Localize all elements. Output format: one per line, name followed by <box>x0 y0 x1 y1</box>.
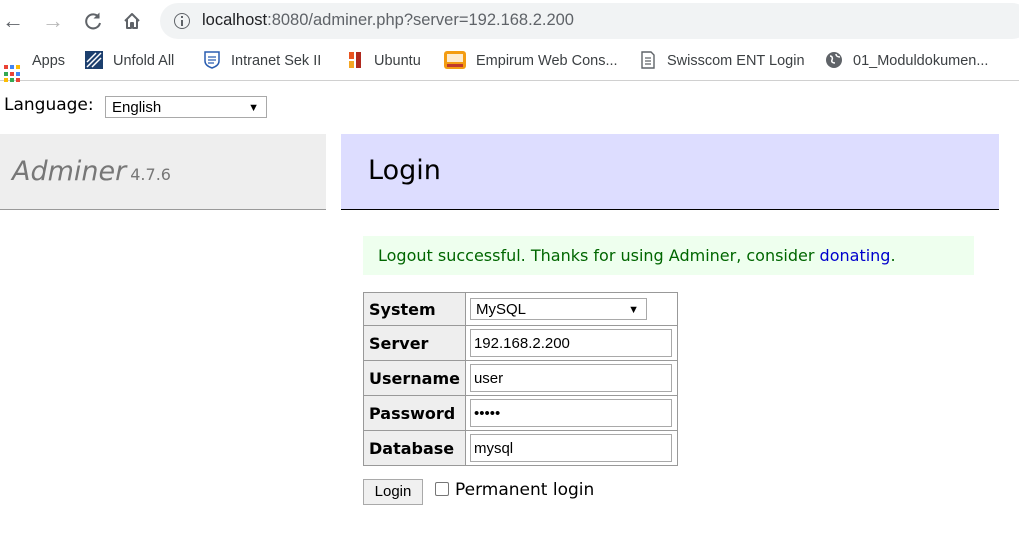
donating-link[interactable]: donating <box>820 246 891 265</box>
page-title: Login <box>368 155 441 186</box>
empirum-logo-icon <box>444 51 466 69</box>
language-select[interactable]: English ▼ <box>105 96 267 118</box>
content-header: Login <box>341 134 999 210</box>
info-icon[interactable] <box>174 13 190 29</box>
database-row: Database mysql <box>363 430 678 466</box>
permanent-login-checkbox[interactable] <box>435 482 449 496</box>
system-label: System <box>363 292 466 326</box>
version-number: 4.7.6 <box>130 165 171 184</box>
database-label: Database <box>363 430 466 466</box>
back-arrow-icon[interactable]: ← <box>0 8 26 34</box>
bookmark-ubuntu[interactable]: Ubuntu <box>346 51 421 71</box>
unfold-logo-icon <box>85 51 103 69</box>
language-label: Language: <box>4 95 94 115</box>
permanent-login-label: Permanent login <box>455 480 595 500</box>
reload-icon[interactable] <box>80 8 106 34</box>
bookmark-swisscom[interactable]: Swisscom ENT Login <box>639 51 805 71</box>
home-icon[interactable] <box>119 8 145 34</box>
globe-icon <box>826 52 842 68</box>
bookmark-intranet[interactable]: Intranet Sek II <box>203 51 321 71</box>
system-row: System MySQL ▼ <box>363 292 678 326</box>
system-select[interactable]: MySQL ▼ <box>469 298 647 320</box>
server-row: Server 192.168.2.200 <box>363 325 678 361</box>
adminer-logo[interactable]: Adminer 4.7.6 <box>12 156 171 187</box>
apps-grid-icon <box>4 65 22 83</box>
ubuntu-logo-icon <box>349 52 361 68</box>
login-form-table: System MySQL ▼ Server 192.168.2.200 User… <box>363 292 678 466</box>
server-input[interactable]: 192.168.2.200 <box>469 329 672 357</box>
address-bar[interactable]: localhost:8080/adminer.php?server=192.16… <box>160 3 1019 39</box>
bookmark-empirum[interactable]: Empirum Web Cons... <box>444 51 618 71</box>
language-selected-value: English <box>112 99 162 116</box>
bookmarks-bar: Apps Unfold All Intranet Sek II Ubuntu E… <box>0 42 1019 83</box>
shield-logo-icon <box>204 51 220 69</box>
logout-message: Logout successful. Thanks for using Admi… <box>363 236 974 275</box>
url-text: localhost:8080/adminer.php?server=192.16… <box>202 11 574 29</box>
bookmark-apps[interactable]: Apps <box>4 51 65 83</box>
browser-toolbar: ← → localhost:8080/adminer.php?server=19… <box>0 0 1019 42</box>
login-button[interactable]: Login <box>363 479 423 505</box>
password-row: Password ••••• <box>363 395 678 431</box>
username-input[interactable]: user <box>469 364 672 392</box>
bookmark-moduldokumente[interactable]: 01_Moduldokumen... <box>825 51 988 71</box>
permanent-login[interactable]: Permanent login <box>435 480 594 500</box>
server-label: Server <box>363 325 466 361</box>
bookmark-unfold-all[interactable]: Unfold All <box>85 51 174 71</box>
dropdown-arrow-icon: ▼ <box>628 304 639 316</box>
menu-header: Adminer 4.7.6 <box>0 134 326 210</box>
password-label: Password <box>363 395 466 431</box>
dropdown-arrow-icon: ▼ <box>248 102 259 114</box>
username-label: Username <box>363 360 466 396</box>
database-input[interactable]: mysql <box>469 434 672 462</box>
forward-arrow-icon[interactable]: → <box>40 8 66 34</box>
page-icon <box>641 51 655 69</box>
username-row: Username user <box>363 360 678 396</box>
password-input[interactable]: ••••• <box>469 399 672 427</box>
